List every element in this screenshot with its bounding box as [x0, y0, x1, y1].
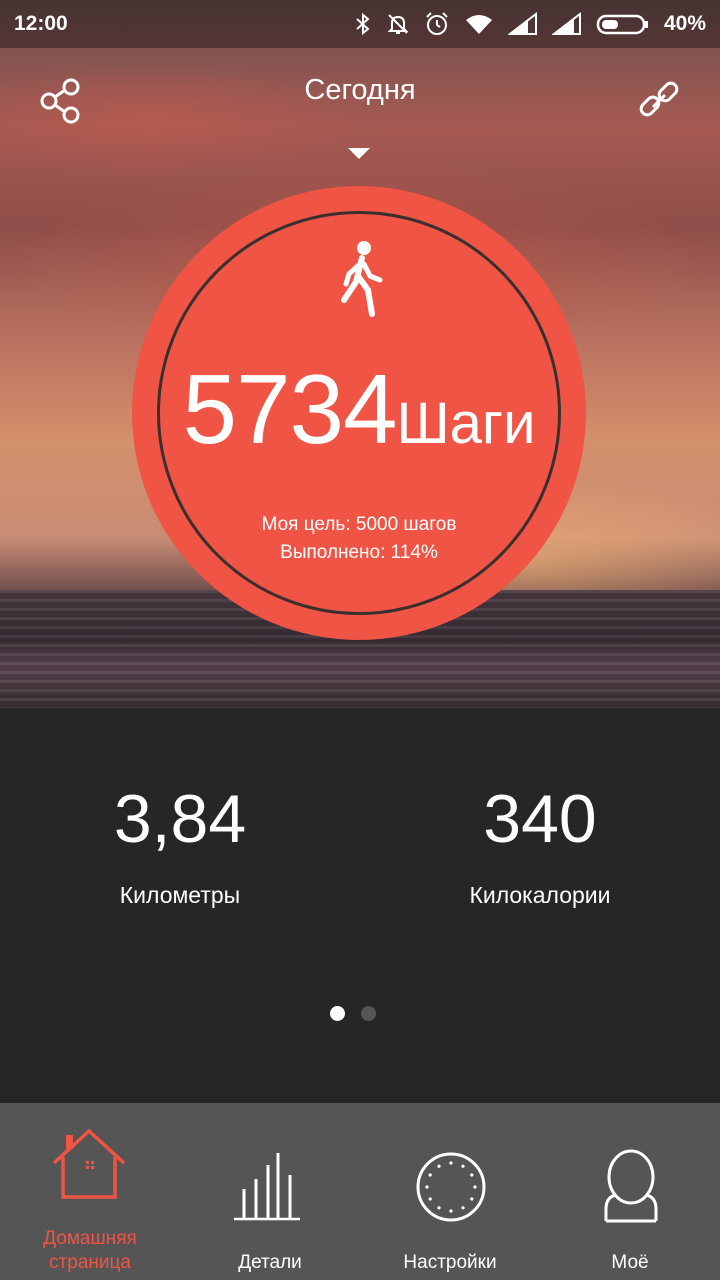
profile-icon [604, 1149, 658, 1223]
steps-value: 5734 [182, 354, 398, 464]
home-icon [52, 1128, 126, 1199]
nav-label-mine: Моё [611, 1252, 649, 1273]
calories-label: Килокалории [469, 882, 611, 908]
bell-muted-icon [387, 14, 409, 34]
bar-chart-icon [234, 1153, 300, 1221]
signal-icon [551, 12, 581, 35]
nav-item-settings[interactable]: Настройки [360, 1103, 540, 1280]
pager-dot-active[interactable] [330, 1006, 345, 1021]
nav-label-settings: Настройки [403, 1252, 497, 1273]
nav-label-details: Детали [238, 1252, 302, 1273]
status-bar: 12:00 40% [0, 0, 720, 48]
goal-text: Моя цель: 5000 шагов [261, 514, 457, 535]
steps-display: 5734Шаги [132, 360, 586, 458]
status-time: 12:00 [14, 12, 68, 35]
triangle-down-icon[interactable] [348, 148, 370, 159]
alarm-icon [426, 12, 448, 35]
distance-value: 3,84 [113, 781, 247, 857]
nav-item-home[interactable]: Домашняя страница [0, 1103, 180, 1280]
bottom-nav: Домашняя страница Детали Настройки Моё [0, 1103, 720, 1280]
nav-label-home-line2: страница [49, 1252, 131, 1273]
link-icon[interactable] [636, 78, 682, 124]
bluetooth-icon [356, 12, 370, 36]
steps-unit: Шаги [396, 391, 536, 456]
nav-label-home-line1: Домашняя [43, 1228, 137, 1249]
battery-percent: 40% [663, 12, 706, 35]
pager-dot[interactable] [361, 1006, 376, 1021]
distance-label: Километры [119, 882, 241, 908]
date-title[interactable]: Сегодня [0, 74, 720, 107]
wifi-icon [465, 15, 492, 34]
signal-icon [507, 12, 537, 35]
walking-person-icon [341, 241, 383, 317]
battery-icon [596, 14, 648, 35]
dotted-circle-icon [416, 1152, 486, 1222]
completed-text: Выполнено: 114% [280, 542, 438, 563]
nav-item-details[interactable]: Детали [180, 1103, 360, 1280]
calories-value: 340 [483, 781, 597, 857]
nav-item-mine[interactable]: Моё [540, 1103, 720, 1280]
